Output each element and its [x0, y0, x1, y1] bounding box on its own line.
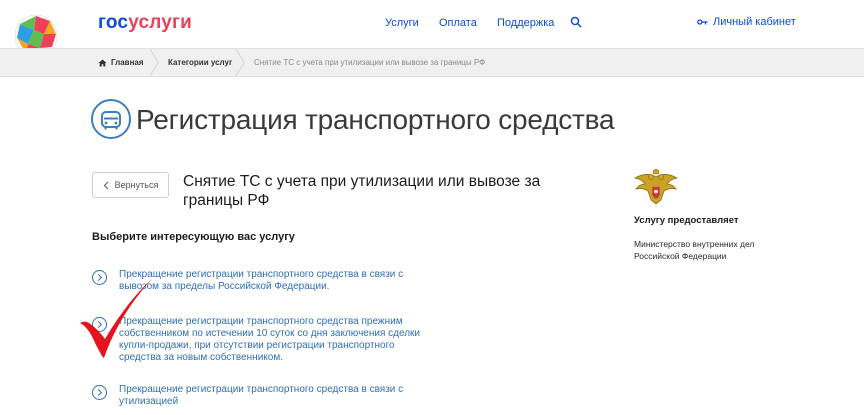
provider-heading: Услугу предоставляет — [634, 215, 739, 226]
cabinet-label: Личный кабинет — [713, 16, 796, 28]
breadcrumb-current: Снятие ТС с учета при утилизации или выв… — [254, 58, 486, 67]
service-title: Снятие ТС с учета при утилизации или выв… — [183, 173, 541, 209]
brand-wordmark[interactable]: госуслуги — [98, 12, 192, 34]
breadcrumb-home-label: Главная — [111, 58, 144, 67]
brand-part-uslugi: услуги — [128, 12, 193, 33]
breadcrumb-separator — [235, 49, 245, 76]
service-option-text[interactable]: Прекращение регистрации транспортного ср… — [119, 316, 434, 364]
coat-of-arms-icon — [633, 169, 679, 205]
search-icon[interactable] — [570, 16, 582, 28]
red-checkmark-icon — [80, 279, 152, 358]
breadcrumb-category[interactable]: Категории услуг — [168, 49, 232, 76]
page-title: Регистрация транспортного средства — [136, 104, 615, 135]
nav-services[interactable]: Услуги — [385, 17, 419, 29]
breadcrumb-home[interactable]: Главная — [98, 49, 144, 76]
back-button[interactable]: Вернуться — [92, 172, 169, 198]
personal-cabinet-link[interactable]: Личный кабинет — [697, 16, 796, 28]
nav-payment[interactable]: Оплата — [439, 17, 477, 29]
service-option-text[interactable]: Прекращение регистрации транспортного ср… — [119, 384, 422, 408]
service-option[interactable]: Прекращение регистрации транспортного ср… — [92, 384, 422, 408]
key-icon — [697, 19, 708, 25]
chevron-right-circle-icon — [92, 385, 107, 400]
back-button-label: Вернуться — [114, 180, 159, 190]
site-header: госуслуги Услуги Оплата Поддержка Личный… — [0, 0, 864, 58]
breadcrumb: Главная Категории услуг Снятие ТС с учет… — [0, 48, 864, 77]
section-heading: Выберите интересующую вас услугу — [92, 231, 295, 243]
breadcrumb-separator — [149, 49, 159, 76]
chevron-left-icon — [103, 181, 109, 189]
service-option-text[interactable]: Прекращение регистрации транспортного ср… — [119, 269, 422, 293]
brand-part-gos: гос — [98, 12, 129, 33]
provider-name[interactable]: Министерство внутренних дел Российской Ф… — [634, 238, 774, 262]
car-icon — [91, 99, 131, 139]
home-icon — [98, 59, 107, 66]
nav-support[interactable]: Поддержка — [497, 17, 554, 29]
